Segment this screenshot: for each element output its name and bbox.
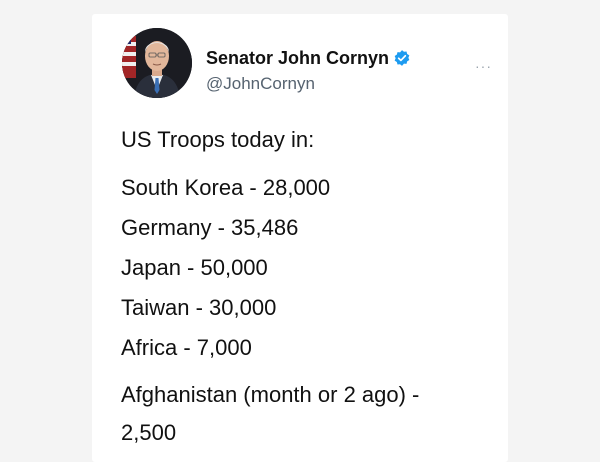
author-name-row[interactable]: Senator John Cornyn <box>206 48 411 68</box>
portrait-avatar-icon <box>122 28 192 98</box>
tweet-text: US Troops today in: South Korea - 28,000… <box>121 126 491 452</box>
author-display-name[interactable]: Senator John Cornyn <box>206 48 389 68</box>
troop-line-africa: Africa - 7,000 <box>121 335 252 360</box>
troop-line-taiwan: Taiwan - 30,000 <box>121 295 277 320</box>
author-info: Senator John Cornyn @JohnCornyn <box>206 48 411 94</box>
tweet-card: Senator John Cornyn @JohnCornyn ··· US T… <box>92 14 508 462</box>
verified-badge-icon <box>393 49 411 67</box>
tweet-header: Senator John Cornyn @JohnCornyn ··· <box>122 28 492 100</box>
author-handle[interactable]: @JohnCornyn <box>206 74 411 94</box>
more-options-icon[interactable]: ··· <box>475 58 492 74</box>
troop-list: South Korea - 28,000 Germany - 35,486 Ja… <box>121 172 491 372</box>
troop-line-germany: Germany - 35,486 <box>121 215 299 240</box>
troop-line-afghanistan: Afghanistan (month or 2 ago) - 2,500 <box>121 376 491 452</box>
afghanistan-line-1: Afghanistan (month or 2 ago) - <box>121 382 420 407</box>
tweet-intro-line: US Troops today in: <box>121 127 315 152</box>
avatar[interactable] <box>122 28 192 98</box>
troop-line-japan: Japan - 50,000 <box>121 255 268 280</box>
afghanistan-line-2: 2,500 <box>121 420 177 445</box>
troop-line-south-korea: South Korea - 28,000 <box>121 175 331 200</box>
